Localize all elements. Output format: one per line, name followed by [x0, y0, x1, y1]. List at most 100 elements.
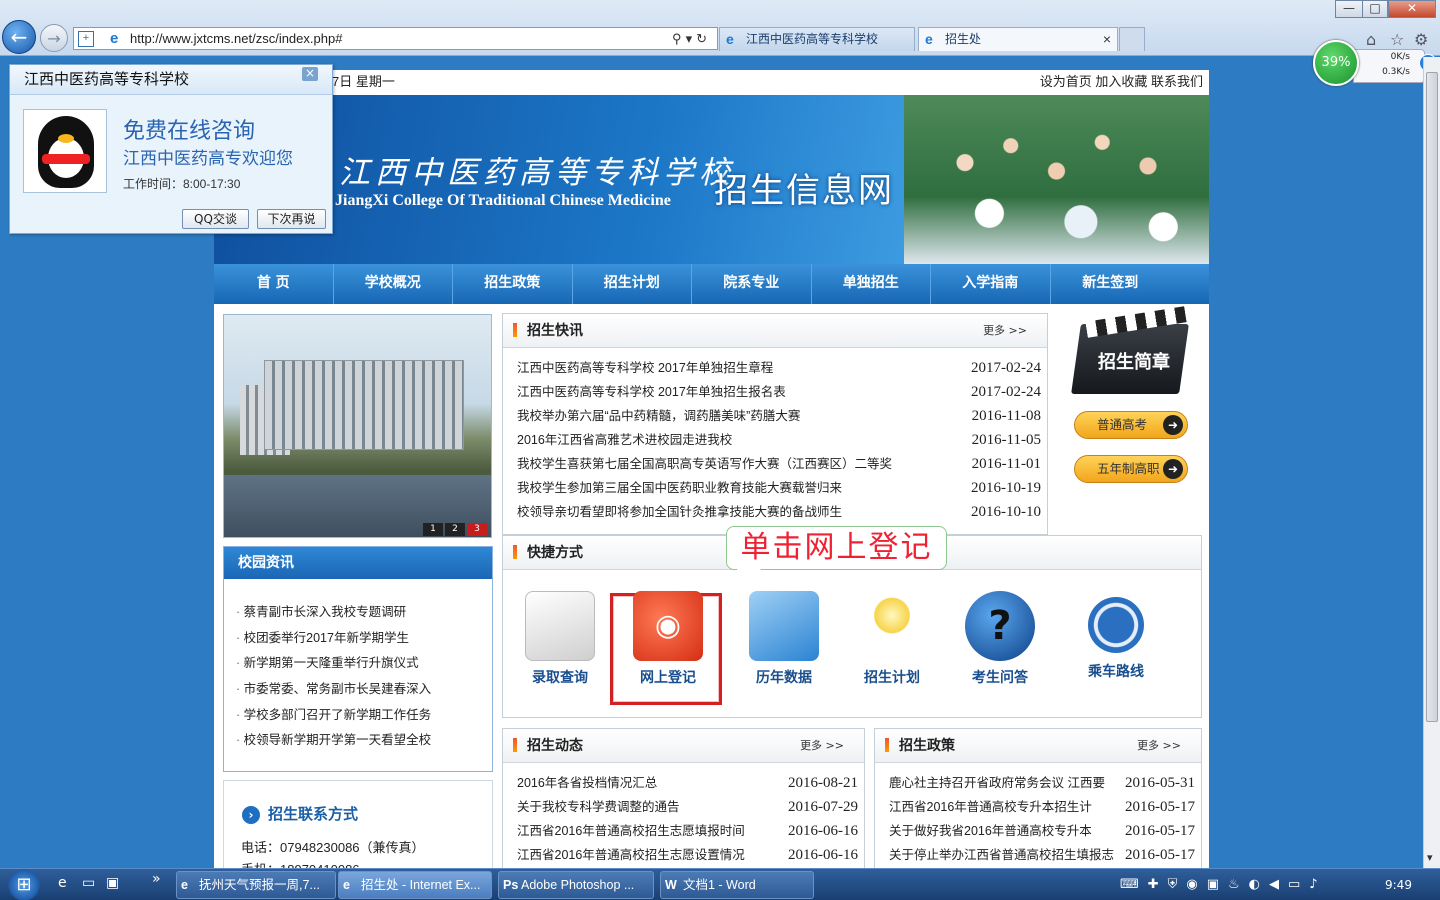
brochure-badge[interactable]: 招生简章 [1058, 306, 1198, 404]
campus-slider[interactable]: 1 2 3 [223, 314, 492, 538]
slider-page[interactable]: 3 [467, 523, 487, 536]
shortcut-enroll-plan[interactable]: 招生计划 [837, 591, 947, 687]
list-item[interactable]: 市委常委、常务副市长吴建春深入 [236, 678, 492, 704]
nav-independent[interactable]: 单独招生 [812, 264, 931, 304]
nav-checkin[interactable]: 新生签到 [1051, 264, 1171, 304]
list-item[interactable]: 江西省2016年普通高校专升本招生计 2016-05-17 [875, 795, 1201, 819]
forward-button[interactable]: → [40, 24, 68, 52]
maximize-button[interactable]: □ [1362, 0, 1388, 18]
lightbulb-icon [857, 591, 927, 661]
item-title[interactable]: 江西省2016年普通高校专升本招生计 [889, 800, 1092, 814]
list-item[interactable]: 校团委举行2017年新学期学生 [236, 627, 492, 653]
scroll-thumb[interactable] [1426, 72, 1438, 722]
list-item[interactable]: 关于做好我省2016年普通高校专升本 2016-05-17 [875, 819, 1201, 843]
nav-home[interactable]: 首 页 [214, 264, 334, 304]
nav-policy[interactable]: 招生政策 [453, 264, 573, 304]
item-title[interactable]: 2016年各省投档情况汇总 [517, 776, 657, 790]
taskbar-item-photoshop[interactable]: Ps Adobe Photoshop ... [498, 871, 654, 899]
list-item[interactable]: 我校学生喜获第七届全国高职高专英语写作大赛（江西赛区）二等奖 2016-11-01 [503, 452, 1047, 476]
item-title[interactable]: 我校学生喜获第七届全国高职高专英语写作大赛（江西赛区）二等奖 [517, 457, 892, 471]
compat-view-icon[interactable]: + [78, 31, 94, 47]
annotation-callout: 单击网上登记 [726, 526, 947, 587]
list-item[interactable]: 新学期第一天隆重举行升旗仪式 [236, 652, 492, 678]
list-item[interactable]: 江西中医药高等专科学校 2017年单独招生章程 2017-02-24 [503, 356, 1047, 380]
list-item[interactable]: 校领导新学期开学第一天看望全校 [236, 729, 492, 755]
list-item[interactable]: 蔡青副市长深入我校专题调研 [236, 601, 492, 627]
address-url[interactable]: http://www.jxtcms.net/zsc/index.php# [130, 28, 342, 49]
memory-percent[interactable]: 39% [1313, 40, 1359, 86]
list-item[interactable]: 鹿心社主持召开省政府常务会议 江西要 2016-05-31 [875, 771, 1201, 795]
tab-admissions[interactable]: e 招生处 × [918, 27, 1118, 51]
box-title: 招生快讯 [527, 323, 583, 339]
regular-exam-button[interactable]: 普通高考 ➜ [1074, 411, 1188, 439]
more-link[interactable]: 更多 >> [1137, 729, 1181, 763]
close-icon[interactable]: × [302, 67, 318, 81]
item-title[interactable]: 江西中医药高等专科学校 2017年单独招生报名表 [517, 385, 786, 399]
shortcut-bus-route[interactable]: 乘车路线 [1061, 591, 1171, 681]
clock[interactable]: 9:49 [1385, 869, 1412, 900]
shortcut-online-register[interactable]: ◉ 网上登记 [613, 591, 723, 687]
taskbar-item-ie[interactable]: e 招生处 - Internet Ex... [338, 871, 492, 899]
nav-plan[interactable]: 招生计划 [573, 264, 692, 304]
taskbar-item-word[interactable]: W 文档1 - Word [660, 871, 814, 899]
list-item[interactable]: 2016年各省投档情况汇总 2016-08-21 [503, 771, 864, 795]
back-button[interactable]: ← [2, 20, 36, 54]
more-link[interactable]: 更多 >> [800, 729, 844, 763]
tab-school[interactable]: e 江西中医药高等专科学校 [719, 27, 915, 51]
scroll-down-icon[interactable]: ▾ [1427, 851, 1433, 864]
item-title[interactable]: 关于停止举办江西省普通高校招生填报志 [889, 848, 1114, 862]
item-title[interactable]: 校领导亲切看望即将参加全国针灸推拿技能大赛的备战师生 [517, 505, 842, 519]
item-title[interactable]: 2016年江西省高雅艺术进校园走进我校 [517, 433, 732, 447]
item-title[interactable]: 我校学生参加第三届全国中医药职业教育技能大赛载誉归来 [517, 481, 842, 495]
close-window-button[interactable]: ✕ [1388, 0, 1436, 18]
list-item[interactable]: 关于我校专科学费调整的通告 2016-07-29 [503, 795, 864, 819]
window-quicklaunch-icon[interactable]: ▣ [106, 875, 119, 891]
net-speed-meter[interactable]: 0K/s0.3K/s 39% + [1313, 40, 1437, 88]
list-item[interactable]: 学校多部门召开了新学期工作任务 [236, 704, 492, 730]
item-title[interactable]: 关于我校专科学费调整的通告 [517, 800, 680, 814]
list-item[interactable]: 校领导亲切看望即将参加全国针灸推拿技能大赛的备战师生 2016-10-10 [503, 500, 1047, 524]
item-title[interactable]: 江西省2016年普通高校招生志愿填报时间 [517, 824, 745, 838]
page-scrollbar[interactable]: ▾ [1423, 57, 1440, 868]
item-title[interactable]: 关于做好我省2016年普通高校专升本 [889, 824, 1092, 838]
slider-page[interactable]: 2 [445, 523, 465, 536]
list-item[interactable]: 江西省2016年普通高校招生志愿填报时间 2016-06-16 [503, 819, 864, 843]
list-item[interactable]: 我校学生参加第三届全国中医药职业教育技能大赛载誉归来 2016-10-19 [503, 476, 1047, 500]
more-quicklaunch-icon[interactable]: » [152, 871, 161, 887]
start-button[interactable]: ⊞ [4, 869, 44, 900]
ie-quicklaunch-icon[interactable]: e [58, 875, 67, 891]
shortcut-history-data[interactable]: 历年数据 [729, 591, 839, 687]
campus-news-title: 校园资讯 [224, 547, 492, 579]
slider-page[interactable]: 1 [423, 523, 443, 536]
more-link[interactable]: 更多 >> [983, 314, 1027, 348]
nav-departments[interactable]: 院系专业 [692, 264, 812, 304]
search-refresh-icons[interactable]: ⚲▾↻ [672, 28, 711, 49]
address-bar[interactable]: + e http://www.jxtcms.net/zsc/index.php#… [73, 27, 718, 50]
shortcut-admission-query[interactable]: 录取查询 [505, 591, 615, 687]
item-title[interactable]: 我校举办第六届“品中药精髓，调药膳美味”药膳大赛 [517, 409, 800, 423]
car-icon [1088, 597, 1144, 653]
arrow-right-icon: ➜ [1163, 459, 1183, 479]
close-tab-icon[interactable]: × [1103, 28, 1111, 50]
system-tray-icons[interactable]: ⌨✚⛨◉▣♨◐◀▭♪ [1120, 869, 1380, 900]
list-item[interactable]: 江西省2016年普通高校招生志愿设置情况 2016-06-16 [503, 843, 864, 867]
list-item[interactable]: 江西中医药高等专科学校 2017年单独招生报名表 2017-02-24 [503, 380, 1047, 404]
item-title[interactable]: 江西中医药高等专科学校 2017年单独招生章程 [517, 361, 773, 375]
list-item[interactable]: 我校举办第六届“品中药精髓，调药膳美味”药膳大赛 2016-11-08 [503, 404, 1047, 428]
qq-chat-button[interactable]: QQ交谈 [182, 209, 249, 229]
five-year-button[interactable]: 五年制高职 ➜ [1074, 455, 1188, 483]
top-links[interactable]: 设为首页 加入收藏 联系我们 [1040, 70, 1203, 94]
desktop-quicklaunch-icon[interactable]: ▭ [82, 875, 95, 891]
later-button[interactable]: 下次再说 [257, 209, 326, 229]
item-title[interactable]: 江西省2016年普通高校招生志愿设置情况 [517, 848, 745, 862]
list-item[interactable]: 2016年江西省高雅艺术进校园走进我校 2016-11-05 [503, 428, 1047, 452]
list-item[interactable]: 关于停止举办江西省普通高校招生填报志 2016-05-17 [875, 843, 1201, 867]
new-tab-button[interactable] [1119, 27, 1145, 51]
item-title[interactable]: 鹿心社主持召开省政府常务会议 江西要 [889, 776, 1105, 790]
contact-title: › 招生联系方式 [242, 803, 358, 824]
shortcut-faq[interactable]: ? 考生问答 [945, 591, 1055, 687]
nav-guide[interactable]: 入学指南 [931, 264, 1051, 304]
nav-about[interactable]: 学校概况 [334, 264, 453, 304]
taskbar-item-weather[interactable]: e 抚州天气预报一周,7... [176, 871, 336, 899]
minimize-button[interactable]: — [1335, 0, 1363, 18]
